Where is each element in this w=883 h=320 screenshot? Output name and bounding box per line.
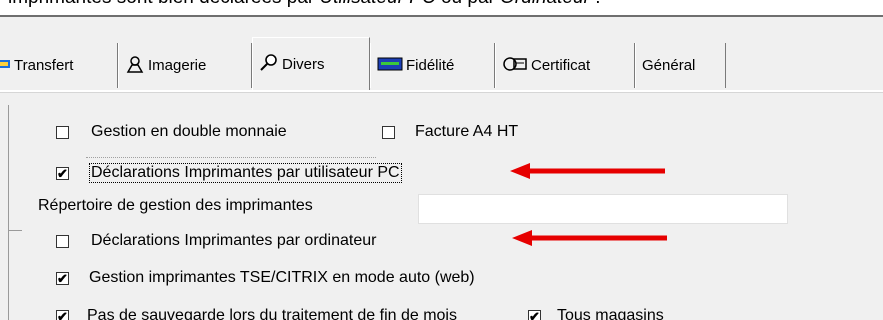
- option-double-monnaie[interactable]: Gestion en double monnaie: [56, 123, 287, 141]
- certificate-icon: [502, 55, 528, 77]
- repertoire-row: Répertoire de gestion des imprimantes: [38, 197, 313, 215]
- tab-label: Imagerie: [148, 57, 207, 74]
- option-decl-ordinateur[interactable]: Déclarations Imprimantes par ordinateur: [56, 232, 376, 250]
- tab-label: Transfert: [14, 57, 74, 74]
- tab-general[interactable]: Général: [635, 43, 726, 88]
- tab-label: Divers: [282, 55, 325, 73]
- magnifier-icon: [259, 53, 279, 75]
- checkbox-tse-citrix[interactable]: ✔: [56, 271, 69, 285]
- tab-panel-top-shadow: [0, 92, 883, 93]
- red-arrow-icon: [512, 230, 667, 246]
- option-facture-a4[interactable]: Facture A4 HT: [382, 123, 518, 141]
- document-text-line: imprimantes sont bien déclarées par Util…: [8, 0, 600, 9]
- tab-fidelite[interactable]: Fidélité: [370, 43, 495, 88]
- option-label: Tous magasins: [557, 307, 664, 320]
- checkbox-double-monnaie[interactable]: [56, 125, 69, 139]
- checkbox-pas-sauvegarde[interactable]: ✔: [56, 309, 69, 320]
- tab-imagerie[interactable]: Imagerie: [118, 43, 252, 88]
- separator: [86, 157, 376, 159]
- imaging-icon: [125, 55, 145, 77]
- tab-strip: Transfert Imagerie Divers Fidélité Certi…: [0, 33, 883, 91]
- doc-text-em-user: Utilisateur PC: [320, 0, 436, 8]
- group-divider-tick: [8, 230, 22, 231]
- option-label: Déclarations Imprimantes par ordinateur: [91, 232, 377, 249]
- option-pas-sauvegarde[interactable]: ✔ Pas de sauvegarde lors du traitement d…: [56, 307, 457, 320]
- option-tous-magasins[interactable]: ✔ Tous magasins: [528, 307, 664, 320]
- option-label: Pas de sauvegarde lors du traitement de …: [87, 307, 457, 320]
- option-label: Gestion imprimantes TSE/CITRIX en mode a…: [89, 269, 475, 286]
- tab-transfert[interactable]: Transfert: [0, 43, 118, 88]
- option-tse-citrix[interactable]: ✔ Gestion imprimantes TSE/CITRIX en mode…: [56, 269, 475, 287]
- checkbox-tous-magasins[interactable]: ✔: [528, 309, 541, 320]
- tab-label: Certificat: [531, 57, 591, 74]
- doc-text-part: imprimantes sont bien déclarées par: [8, 0, 320, 8]
- red-arrow-icon: [510, 163, 665, 179]
- checkbox-decl-ordinateur[interactable]: [56, 234, 69, 248]
- option-label: Gestion en double monnaie: [91, 123, 287, 140]
- checkbox-facture-a4[interactable]: [382, 125, 395, 139]
- settings-window: Transfert Imagerie Divers Fidélité Certi…: [0, 15, 883, 320]
- doc-text-part: ou par: [436, 0, 500, 8]
- group-left-border: [8, 105, 9, 320]
- repertoire-input[interactable]: [418, 194, 788, 224]
- doc-text-part: :: [590, 0, 600, 8]
- tab-label: Fidélité: [406, 57, 455, 74]
- option-decl-utilisateur[interactable]: ✔ Déclarations Imprimantes par utilisate…: [56, 163, 402, 183]
- loyalty-card-icon: [377, 56, 403, 76]
- transfer-icon: [0, 57, 11, 75]
- checkbox-decl-utilisateur[interactable]: ✔: [56, 166, 69, 180]
- tab-divers[interactable]: Divers: [252, 37, 370, 90]
- option-label: Déclarations Imprimantes par utilisateur…: [89, 163, 402, 183]
- window-top-edge: [0, 15, 883, 17]
- tab-certificat[interactable]: Certificat: [495, 43, 635, 88]
- repertoire-label: Répertoire de gestion des imprimantes: [38, 197, 313, 214]
- doc-text-em-computer: Ordinateur: [500, 0, 590, 8]
- option-label: Facture A4 HT: [415, 123, 519, 140]
- tab-label: Général: [642, 57, 696, 74]
